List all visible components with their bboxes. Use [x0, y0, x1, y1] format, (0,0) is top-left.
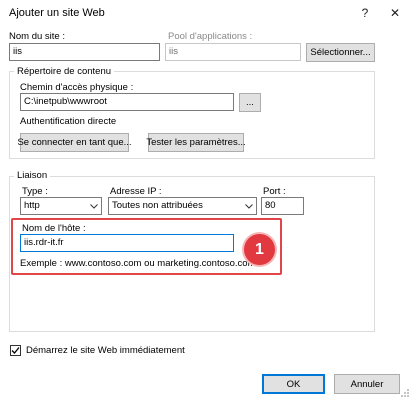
cancel-button[interactable]: Annuler	[334, 374, 400, 394]
physical-path-label: Chemin d'accès physique :	[20, 82, 134, 93]
annotation-badge: 1	[244, 234, 275, 265]
binding-title: Liaison	[14, 170, 51, 181]
pass-through-auth-label: Authentification directe	[20, 116, 117, 127]
close-button[interactable]: ✕	[380, 0, 410, 26]
host-name-input[interactable]: iis.rdr-it.fr	[20, 234, 234, 252]
check-icon	[11, 347, 20, 354]
start-immediately-label: Démarrez le site Web immédiatement	[26, 345, 185, 356]
start-immediately-checkbox[interactable]	[10, 345, 21, 356]
type-value: http	[24, 200, 40, 211]
help-button[interactable]: ?	[350, 0, 380, 26]
host-name-label: Nom de l'hôte :	[22, 223, 86, 234]
content-directory-title: Répertoire de contenu	[14, 66, 115, 77]
select-pool-button[interactable]: Sélectionner...	[306, 43, 375, 62]
chevron-down-icon	[245, 198, 253, 214]
port-label: Port :	[263, 186, 286, 197]
type-select[interactable]: http	[20, 197, 102, 215]
connect-as-button[interactable]: Se connecter en tant que...	[17, 133, 132, 152]
ok-button[interactable]: OK	[262, 374, 325, 394]
physical-path-input[interactable]: C:\inetpub\wwwroot	[20, 93, 234, 111]
close-icon: ✕	[389, 6, 401, 20]
app-pool-label: Pool d'applications :	[168, 31, 253, 42]
ip-address-label: Adresse IP :	[110, 186, 162, 197]
help-icon: ?	[361, 6, 369, 20]
ip-address-value: Toutes non attribuées	[112, 200, 203, 211]
port-input[interactable]: 80	[261, 197, 304, 215]
resize-grip-icon[interactable]	[400, 388, 410, 398]
ip-address-select[interactable]: Toutes non attribuées	[108, 197, 257, 215]
window-title: Ajouter un site Web	[9, 7, 105, 19]
browse-button[interactable]: ...	[239, 93, 261, 112]
host-name-example: Exemple : www.contoso.com ou marketing.c…	[20, 258, 256, 269]
test-settings-button[interactable]: Tester les paramètres...	[146, 133, 246, 152]
site-name-label: Nom du site :	[9, 31, 65, 42]
chevron-down-icon	[90, 198, 98, 214]
app-pool-field: iis	[165, 43, 301, 61]
site-name-input[interactable]: iis	[9, 43, 160, 61]
type-label: Type :	[22, 186, 48, 197]
